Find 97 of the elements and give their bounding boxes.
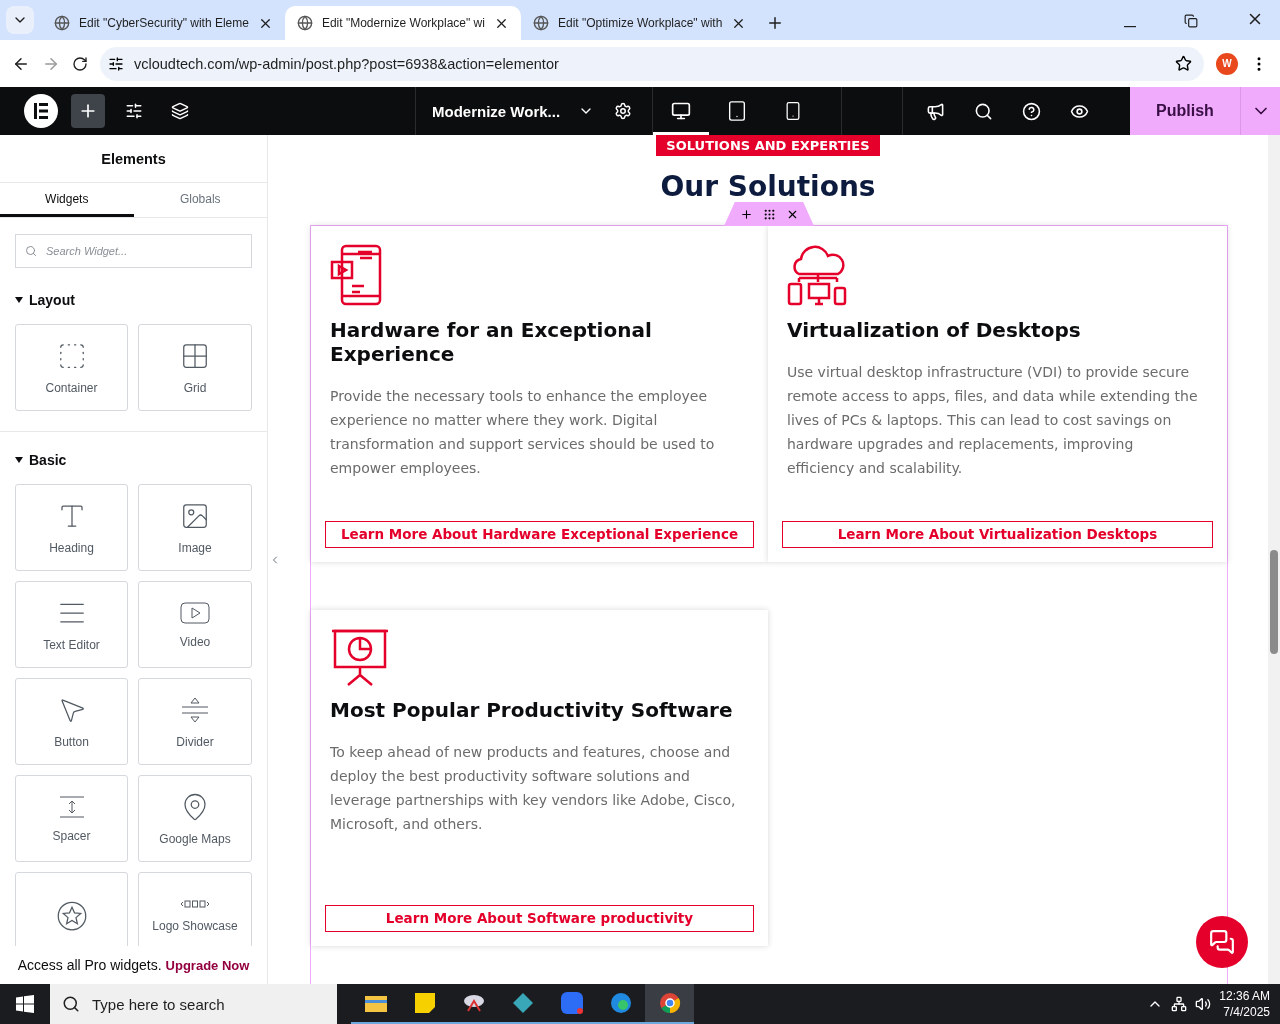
drag-handle-icon[interactable] — [762, 207, 776, 221]
section-header[interactable]: Layout — [0, 288, 267, 312]
widget-label: Image — [178, 540, 212, 555]
panel-tab[interactable]: Globals — [133, 183, 267, 217]
taskbar-app-button[interactable] — [645, 984, 694, 1024]
widget-label: Divider — [176, 734, 214, 749]
diamond-icon — [511, 992, 534, 1014]
elementor-logo-icon[interactable] — [24, 94, 58, 128]
upgrade-link[interactable]: Upgrade Now — [165, 957, 250, 973]
page-title-dropdown[interactable]: Modernize Work... — [416, 102, 607, 120]
card-description: To keep ahead of new products and features, choose and deploy the best productivity software solutions and leverage partnerships with key vendors like Adobe, Cisco, Microsoft, and others. — [330, 743, 737, 834]
profile-avatar[interactable]: W — [1216, 52, 1238, 75]
widget-search-field[interactable]: Search Widget... — [15, 234, 252, 268]
search-icon — [25, 245, 37, 257]
widget-tile[interactable]: Container — [15, 324, 128, 411]
section-heading: Our Solutions — [660, 170, 876, 203]
tablet-video-icon — [330, 244, 382, 306]
sliders-icon — [125, 102, 143, 120]
sticky-note-icon — [414, 993, 435, 1013]
widget-label: Container — [45, 380, 98, 395]
spacer-icon — [57, 794, 86, 819]
browser-icon — [658, 992, 681, 1014]
publish-button[interactable]: Publish — [1130, 87, 1240, 135]
card-title: Virtualization of Desktops — [787, 318, 1082, 342]
widget-tile[interactable]: Grid — [138, 324, 252, 411]
widget-label: Video — [179, 634, 211, 649]
widget-label: Button — [54, 734, 89, 749]
restore-button[interactable] — [1184, 14, 1198, 28]
promo-text: Access all Pro widgets. — [17, 957, 162, 973]
widget-tile[interactable]: Google Maps — [138, 775, 252, 862]
section-badge: SOLUTIONS AND EXPERTIES — [656, 135, 880, 156]
url-text: vcloudtech.com/wp-admin/post.php?post=6938&action=elementor — [134, 55, 560, 72]
widget-tile[interactable]: Button — [15, 678, 128, 765]
globe-icon — [296, 15, 313, 31]
learn-more-link[interactable]: Learn More About Software productivity — [325, 905, 754, 932]
widget-tile[interactable]: Heading — [15, 484, 128, 571]
restore-icon — [1184, 14, 1198, 28]
learn-more-link[interactable]: Learn More About Hardware Exceptional Experience — [325, 521, 754, 548]
minimize-button[interactable] — [1124, 26, 1136, 28]
widget-tile[interactable]: Video — [138, 581, 252, 668]
scrollbar-thumb[interactable] — [1270, 550, 1278, 654]
chat-icon — [1209, 929, 1235, 955]
globe-icon — [532, 15, 549, 31]
reload-icon — [72, 55, 88, 72]
minimize-icon — [1124, 26, 1136, 28]
section-header[interactable]: Basic — [0, 448, 267, 472]
panel-title: Elements — [0, 135, 267, 183]
widget-tile[interactable]: Text Editor — [15, 581, 128, 668]
widget-label: Heading — [49, 540, 94, 555]
browser-tab[interactable]: Edit "Modernize Workplace" wi — [284, 6, 521, 40]
search-icon — [62, 995, 80, 1013]
widget-label: Grid — [183, 380, 207, 395]
network-icon[interactable] — [1171, 996, 1188, 1012]
card-description: Use virtual desktop infrastructure (VDI) to provide secure remote access to apps, files, and data while extending the lives of PCs & laptops. This can lead to cost savings on hardware upgrades and replacements, improving efficiency and scalability. — [787, 363, 1199, 478]
learn-more-link[interactable]: Learn More About Virtualization Desktops — [782, 521, 1213, 548]
card-description: Provide the necessary tools to enhance the employee experience no matter where they work. Digital transformation and support services should be used to empower employees. — [330, 387, 716, 478]
folder-icon — [364, 994, 387, 1012]
bookmark-star-icon[interactable] — [1175, 55, 1192, 72]
video-meeting-icon — [560, 992, 583, 1014]
widget-tile[interactable]: Spacer — [15, 775, 128, 862]
widget-label: Logo Showcase — [152, 918, 238, 933]
panel-tab[interactable]: Widgets — [0, 183, 134, 217]
carousel-icon — [180, 898, 210, 909]
cloud-devices-icon — [787, 244, 849, 306]
settings-icon — [614, 102, 633, 120]
windows-start-icon[interactable] — [16, 995, 34, 1013]
layers-icon — [171, 102, 189, 120]
globe-icon — [54, 15, 70, 31]
add-element-button[interactable] — [71, 94, 105, 128]
tab-search-button[interactable] — [6, 6, 34, 34]
star-circle-icon — [56, 900, 87, 931]
presentation-board-icon — [330, 628, 390, 686]
desktop-icon — [671, 101, 692, 121]
browser-icon — [609, 992, 632, 1014]
widget-tile[interactable]: Image — [138, 484, 252, 571]
taskbar-clock[interactable]: 12:36 AM 7/4/2025 — [1219, 988, 1270, 1020]
megaphone-icon — [925, 101, 945, 121]
browser-tab[interactable]: Edit "CyberSecurity" with Eleme — [42, 6, 285, 40]
widget-label: Text Editor — [43, 637, 100, 652]
help-icon — [1021, 101, 1041, 121]
caret-icon — [15, 457, 23, 463]
card-title: Hardware for an Exceptional Experience — [330, 318, 653, 366]
site-settings-icon[interactable] — [108, 55, 124, 72]
browser-tab[interactable]: Edit "Optimize Workplace" with — [520, 6, 759, 40]
widget-label: Google Maps — [159, 831, 231, 846]
search-icon — [973, 101, 993, 121]
chat-button[interactable] — [1196, 916, 1248, 968]
caret-icon — [15, 297, 23, 303]
taskbar-search-field[interactable]: Type here to search — [50, 984, 337, 1024]
volume-icon[interactable] — [1195, 996, 1212, 1012]
widget-tile[interactable]: Divider — [138, 678, 252, 765]
video-icon — [180, 600, 210, 625]
card-title: Most Popular Productivity Software — [330, 698, 734, 722]
app-icon — [462, 993, 485, 1013]
widget-label: Spacer — [52, 828, 91, 843]
reload-button[interactable] — [72, 55, 88, 72]
add-icon[interactable] — [739, 207, 753, 221]
